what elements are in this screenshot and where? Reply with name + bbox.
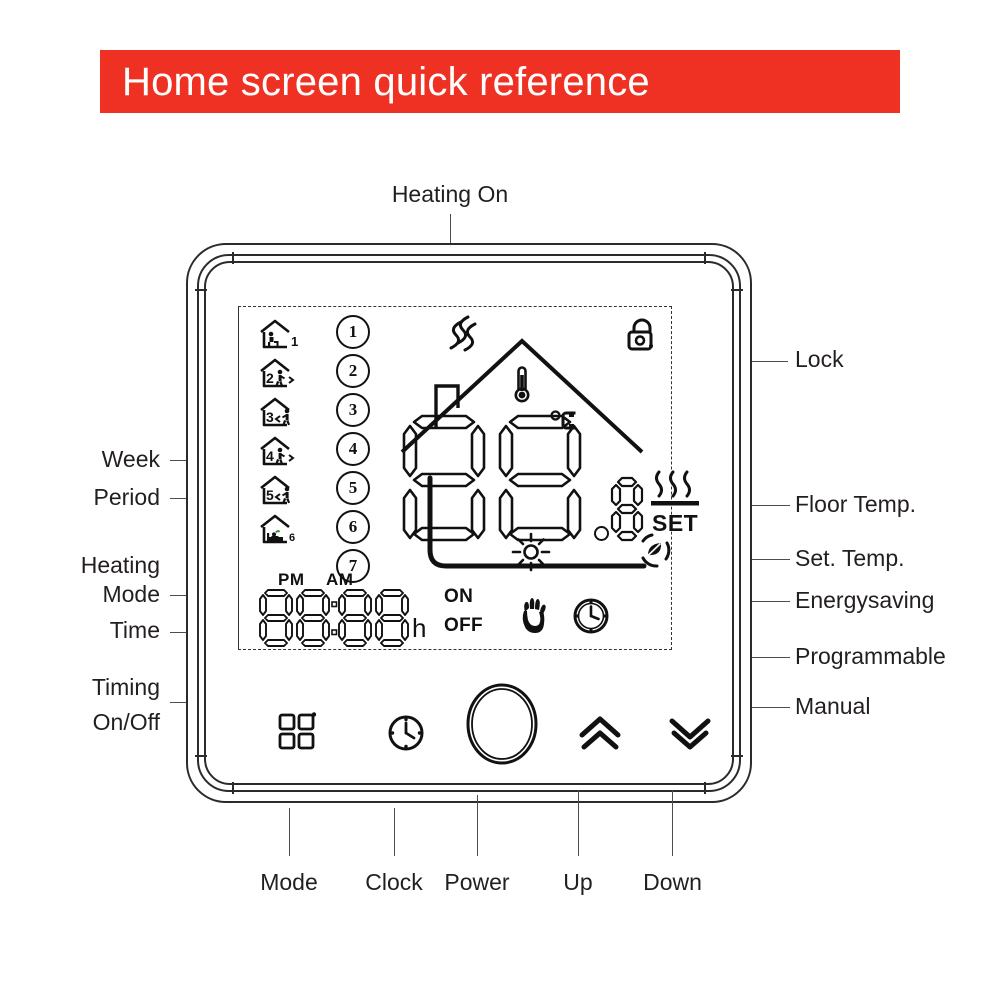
- week-icon-3-digit: 3: [266, 409, 274, 425]
- bezel-notch-bottom-right: [704, 782, 706, 794]
- week-icon-5-digit: 5: [266, 487, 274, 503]
- am-indicator: AM: [326, 570, 354, 589]
- week-icon-column[interactable]: 1 2 3 4 5 6: [258, 314, 320, 548]
- callout-week: Week: [101, 446, 160, 472]
- callout-heating-on: Heating On: [391, 181, 509, 207]
- temperature-digits: [402, 414, 582, 542]
- callout-floor-temp: Floor Temp.: [795, 491, 917, 517]
- period-number-1[interactable]: 1: [336, 314, 370, 349]
- period-number-6[interactable]: 6: [336, 509, 370, 544]
- period-number-5[interactable]: 5: [336, 470, 370, 505]
- callout-manual: Manual: [795, 693, 871, 719]
- clock-digits: [259, 589, 409, 648]
- double-chevron-up-icon: [579, 716, 621, 750]
- callout-period: Period: [93, 484, 160, 510]
- week-icon-6[interactable]: 6: [258, 509, 320, 548]
- period-number-2[interactable]: 2: [336, 353, 370, 388]
- week-icon-4-digit: 4: [266, 448, 274, 464]
- bezel-notch-bottom-left: [232, 782, 234, 794]
- callout-lock: Lock: [795, 346, 844, 372]
- quick-reference-page: Home screen quick reference Heating On W…: [0, 0, 1000, 1000]
- period-item-1[interactable]: 1: [331, 312, 375, 351]
- mode-button[interactable]: [278, 712, 318, 753]
- programmable-clock-icon: [571, 596, 611, 636]
- button-row: [216, 677, 722, 767]
- circle-icon: [466, 683, 538, 765]
- thermometer-icon: [512, 363, 532, 407]
- period-item-4[interactable]: 4: [331, 429, 375, 468]
- week-icon-2-digit: 2: [266, 370, 274, 386]
- callout-mode: Mode: [260, 869, 318, 895]
- energysaving-icon: [634, 530, 676, 572]
- week-icon-2[interactable]: 2: [258, 353, 320, 392]
- hour-unit-label: h: [412, 613, 427, 643]
- week-icon-6-digit: 6: [289, 532, 295, 544]
- callout-heating-mode-line1: Heating: [80, 552, 160, 578]
- week-icon-4[interactable]: 4: [258, 431, 320, 470]
- callout-energysaving: Energysaving: [795, 587, 935, 613]
- up-button[interactable]: [576, 715, 624, 753]
- bezel-notch-top-right: [704, 252, 706, 264]
- on-indicator: ON: [444, 586, 474, 607]
- page-banner: Home screen quick reference: [100, 50, 900, 113]
- sun-icon: [511, 532, 551, 572]
- callout-timing-line2: On/Off: [92, 709, 160, 735]
- bezel-notch-top-left: [232, 252, 234, 264]
- page-title: Home screen quick reference: [122, 59, 650, 104]
- period-item-6[interactable]: 6: [331, 507, 375, 546]
- period-number-column[interactable]: 1 2 3 4 5 6 7: [331, 312, 375, 585]
- leader-power: [477, 795, 479, 856]
- power-button[interactable]: [464, 681, 540, 767]
- bezel-notch-left-top: [195, 289, 207, 291]
- grid-icon: [278, 712, 317, 750]
- period-item-5[interactable]: 5: [331, 468, 375, 507]
- week-icon-3[interactable]: 3: [258, 392, 320, 431]
- clock-button[interactable]: [386, 713, 426, 753]
- clock-icon: [388, 715, 424, 751]
- leader-down: [672, 790, 674, 856]
- callout-power: Power: [444, 869, 510, 895]
- down-button[interactable]: [666, 715, 714, 753]
- callout-down: Down: [643, 869, 702, 895]
- bezel-notch-left-bottom: [195, 755, 207, 757]
- callout-time: Time: [109, 617, 160, 643]
- week-icon-1-digit: 1: [291, 334, 298, 349]
- floor-temp-icon: [651, 468, 703, 512]
- callout-programmable: Programmable: [795, 643, 946, 669]
- pm-indicator: PM: [278, 570, 305, 589]
- decimal-point: [594, 526, 609, 541]
- callout-timing-line1: Timing: [91, 674, 160, 700]
- period-item-3[interactable]: 3: [331, 390, 375, 429]
- leader-mode: [289, 808, 291, 856]
- manual-hand-icon: [519, 596, 553, 636]
- double-chevron-down-icon: [669, 718, 711, 750]
- period-item-2[interactable]: 2: [331, 351, 375, 390]
- bezel-notch-right-bottom: [731, 755, 743, 757]
- off-indicator: OFF: [444, 615, 483, 636]
- period-number-4[interactable]: 4: [336, 431, 370, 466]
- week-icon-5[interactable]: 5: [258, 470, 320, 509]
- leader-clock: [394, 808, 396, 856]
- thermostat-device: 1 2 3 4 5 6 1 2 3 4 5 6 7 SET PM AM h ON…: [186, 243, 752, 803]
- callout-heating-mode-line2: Mode: [102, 581, 160, 607]
- leader-up: [578, 790, 580, 856]
- bezel-notch-right-top: [731, 289, 743, 291]
- period-number-3[interactable]: 3: [336, 392, 370, 427]
- week-icon-1[interactable]: 1: [258, 314, 320, 353]
- lcd-display: 1 2 3 4 5 6 1 2 3 4 5 6 7 SET PM AM h ON…: [216, 278, 722, 773]
- callout-set-temp: Set. Temp.: [795, 545, 905, 571]
- callout-up: Up: [563, 869, 593, 895]
